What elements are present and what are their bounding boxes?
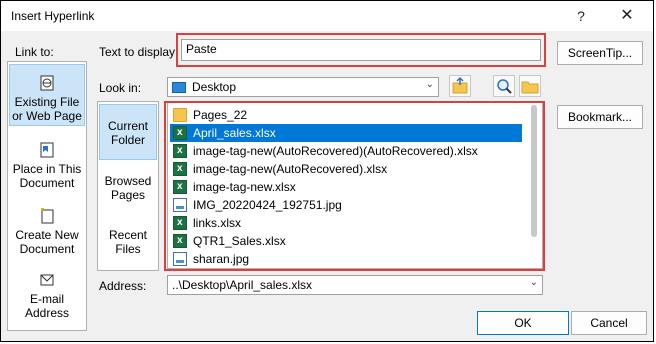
browse-source-panel: Current Folder Browsed Pages Recent File… [97,101,159,271]
browsed-pages-tab[interactable]: Browsed Pages [99,174,157,214]
file-name: sharan.jpg [193,252,250,266]
chevron-down-icon: ⌄ [425,79,434,90]
image-file-icon [173,251,187,266]
list-item[interactable]: Pages_22 [170,106,522,124]
recent-files-tab[interactable]: Recent Files [99,228,157,268]
list-item-selected[interactable]: April_sales.xlsx [170,124,522,142]
link-create-new-document[interactable]: Create New Document [9,208,85,264]
search-web-icon [497,79,512,94]
text-to-display-label: Text to display: [99,45,179,59]
file-name: IMG_20220424_192751.jpg [193,198,342,212]
close-button[interactable]: ✕ [615,5,639,27]
browse-web-button[interactable] [493,75,515,97]
image-file-icon [173,197,187,212]
globe-file-icon [40,75,54,91]
screentip-button[interactable]: ScreenTip... [557,41,643,65]
list-item[interactable]: links.xlsx [170,214,522,232]
chevron-down-icon: ⌄ [529,277,538,288]
file-name: image-tag-new(AutoRecovered)(AutoRecover… [193,144,478,158]
link-existing-file-line1: Existing File [14,95,80,109]
link-place-line2: Document [19,176,75,190]
ok-button[interactable]: OK [477,311,569,335]
file-list[interactable]: Pages_22 April_sales.xlsx image-tag-new(… [167,101,543,269]
excel-file-icon [173,160,187,178]
file-list-scrollbar[interactable] [531,105,537,237]
title-bar: Insert Hyperlink ? ✕ [1,1,653,31]
file-name: image-tag-new(AutoRecovered).xlsx [193,162,388,176]
email-icon [40,272,54,288]
recent-files-line1: Recent [108,228,148,242]
list-item[interactable]: sharan.jpg [170,250,522,268]
help-button[interactable]: ? [569,5,593,27]
look-in-label: Look in: [99,81,142,95]
file-name: April_sales.xlsx [193,126,276,140]
excel-file-icon [173,232,187,250]
current-folder-line2: Folder [110,133,145,147]
address-value: ..\Desktop\April_sales.xlsx [172,278,313,292]
up-folder-button[interactable] [449,75,471,97]
file-name: image-tag-new.xlsx [193,180,296,194]
link-email-address[interactable]: E-mail Address [9,272,85,328]
link-to-label: Link to: [15,45,54,59]
link-email-line1: E-mail [29,292,64,306]
file-name: links.xlsx [193,216,242,230]
excel-file-icon [173,214,187,232]
browsed-pages-line1: Browsed [104,174,152,188]
new-document-icon [40,208,54,224]
excel-file-icon [173,142,187,160]
look-in-value: Desktop [192,80,237,94]
look-in-dropdown[interactable]: Desktop ⌄ [167,77,439,97]
document-bookmark-icon [40,142,54,158]
address-label: Address: [99,279,147,293]
recent-files-line2: Files [115,242,141,256]
browse-file-button[interactable] [519,75,541,97]
link-create-line1: Create New [15,228,79,242]
file-name: Pages_22 [193,108,248,122]
list-item[interactable]: QTR1_Sales.xlsx [170,232,522,250]
link-to-panel: Existing File or Web Page Place in This … [7,61,87,331]
link-place-line1: Place in This [12,162,82,176]
link-place-in-document[interactable]: Place in This Document [9,142,85,198]
cancel-button[interactable]: Cancel [571,311,647,335]
link-email-line2: Address [24,306,70,320]
link-existing-file[interactable]: Existing File or Web Page [9,64,85,126]
list-item[interactable]: image-tag-new(AutoRecovered)(AutoRecover… [170,142,522,160]
open-folder-icon [521,81,539,94]
bookmark-button[interactable]: Bookmark... [557,105,643,129]
folder-icon [173,107,187,122]
current-folder-line1: Current [107,119,148,133]
dialog-title: Insert Hyperlink [11,9,95,23]
list-item[interactable]: image-tag-new(AutoRecovered).xlsx [170,160,522,178]
insert-hyperlink-dialog: Insert Hyperlink ? ✕ Link to: Existing F… [0,0,654,342]
address-input[interactable]: ..\Desktop\April_sales.xlsx ⌄ [167,275,543,295]
text-to-display-input[interactable]: Paste [181,39,541,61]
file-name: QTR1_Sales.xlsx [193,234,286,248]
current-folder-tab[interactable]: Current Folder [99,104,157,160]
link-existing-file-line2: or Web Page [12,109,82,123]
excel-file-icon [173,124,187,142]
link-create-line2: Document [19,242,75,256]
excel-file-icon [173,178,187,196]
list-item[interactable]: image-tag-new.xlsx [170,178,522,196]
folder-up-icon [452,76,468,94]
browsed-pages-line2: Pages [110,188,146,202]
list-item[interactable]: IMG_20220424_192751.jpg [170,196,522,214]
desktop-icon [172,82,186,93]
